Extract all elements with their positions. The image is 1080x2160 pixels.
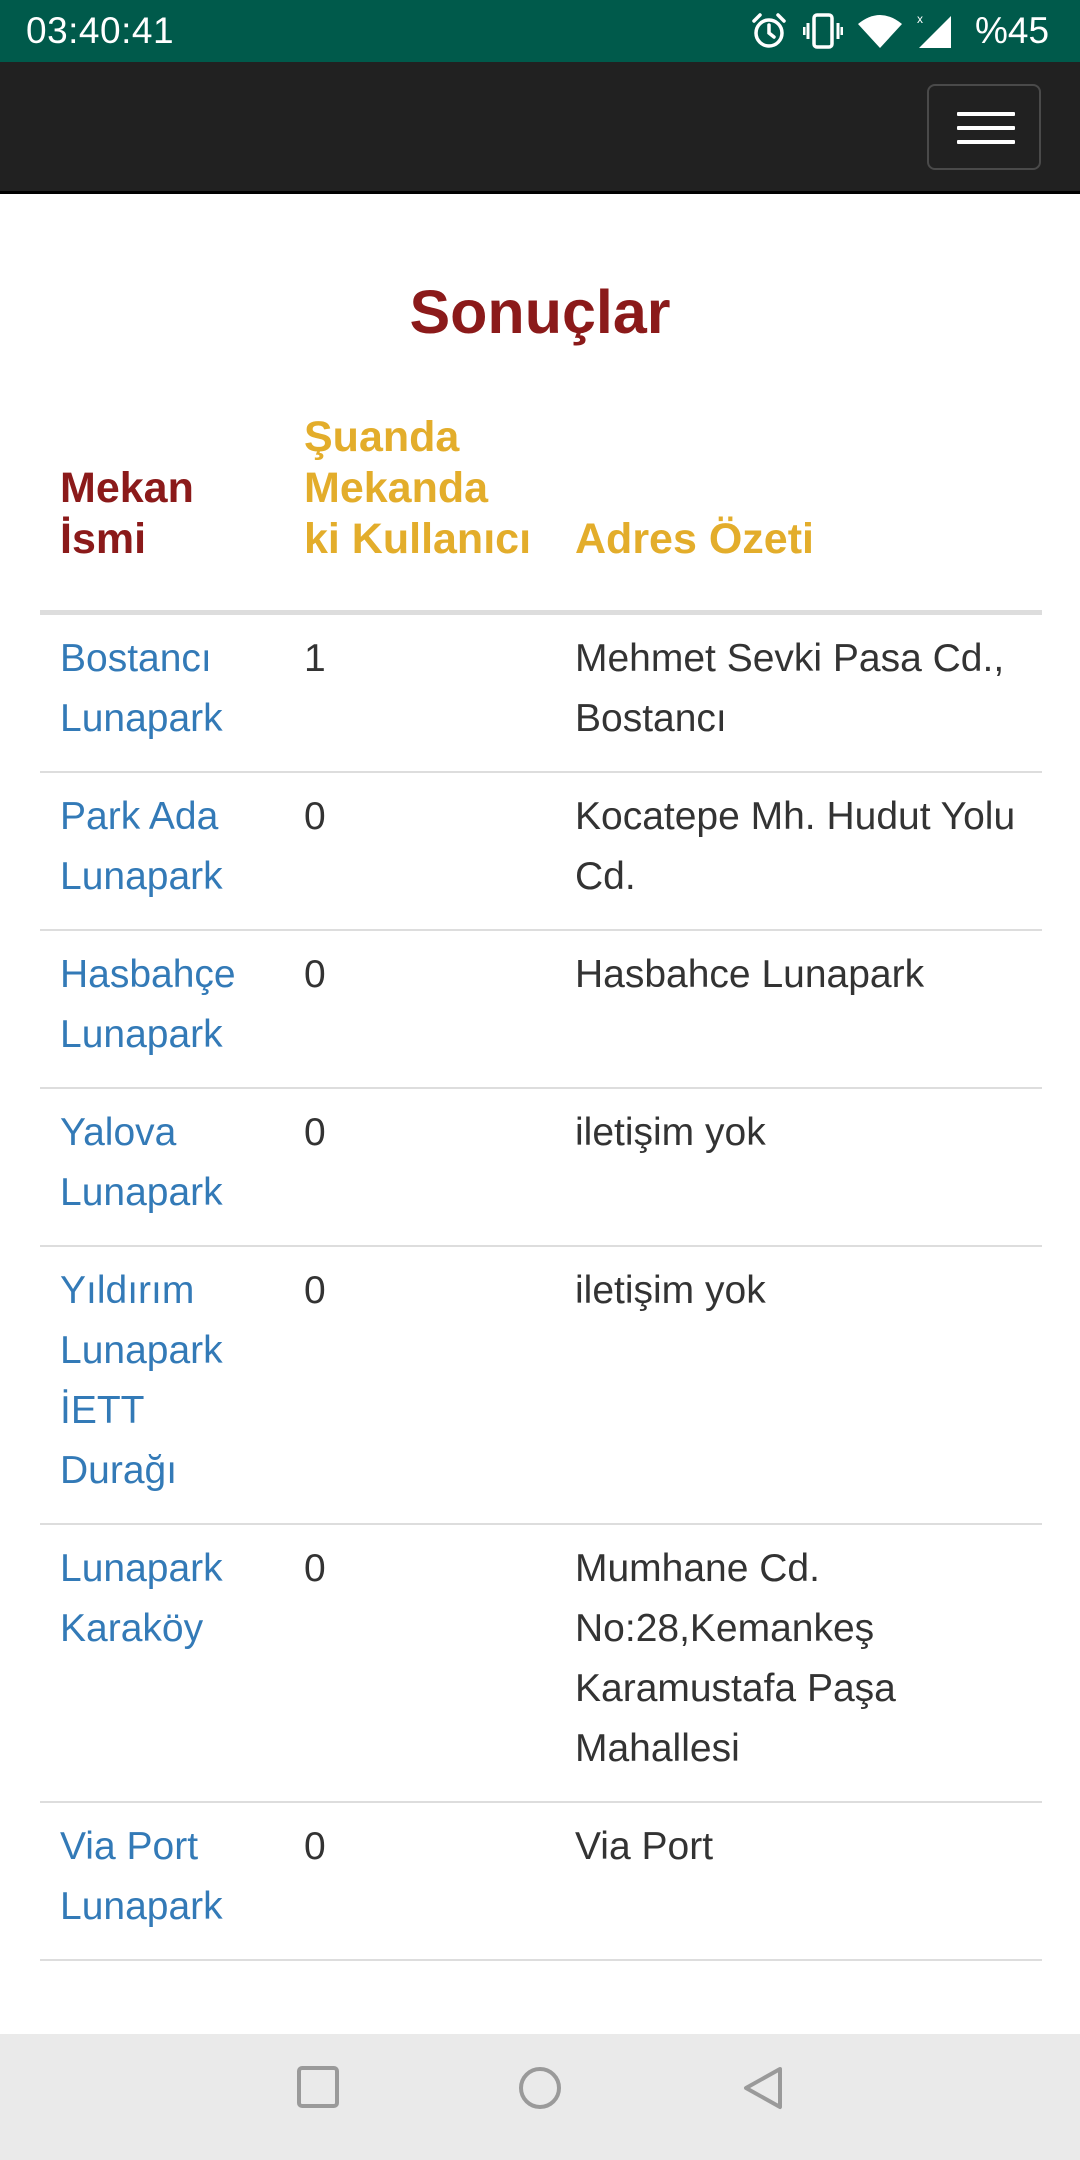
vibrate-icon (802, 12, 844, 59)
user-count-cell: 0 (284, 930, 555, 1089)
address-cell: iletişim yok (555, 1246, 1042, 1525)
address-cell: Via Port (555, 1802, 1042, 1961)
user-count-cell: 0 (284, 772, 555, 931)
table-row: Lunapark Karaköy 0 Mumhane Cd. No:28,Kem… (40, 1524, 1042, 1803)
hamburger-menu-icon-bar (957, 126, 1015, 130)
recents-square-icon[interactable] (295, 2064, 341, 2115)
venue-name-cell: Bostancı Lunapark (40, 612, 284, 773)
wifi-icon (856, 12, 904, 59)
header-address-summary: Adres Özeti (555, 412, 1042, 615)
top-navbar (0, 62, 1080, 194)
home-circle-icon[interactable] (516, 2064, 564, 2117)
venue-name-cell: Park Ada Lunapark (40, 772, 284, 931)
header-venue-name: Mekan İsmi (40, 412, 284, 615)
hamburger-menu-button[interactable] (927, 84, 1041, 170)
user-count-cell: 1 (284, 612, 555, 773)
table-row: Park Ada Lunapark 0 Kocatepe Mh. Hudut Y… (40, 772, 1042, 931)
address-cell: iletişim yok (555, 1088, 1042, 1247)
venue-name-cell: Yalova Lunapark (40, 1088, 284, 1247)
venue-name-cell: Via Port Lunapark (40, 1802, 284, 1961)
table-row: Yıldırım Lunapark İETT Durağı 0 iletişim… (40, 1246, 1042, 1525)
venue-link[interactable]: Yalova Lunapark (60, 1111, 223, 1214)
address-cell: Kocatepe Mh. Hudut Yolu Cd. (555, 772, 1042, 931)
alarm-icon (750, 12, 788, 59)
user-count-cell: 0 (284, 1524, 555, 1803)
results-table: Mekan İsmi Şuanda Mekanda ki Kullanıcı A… (40, 412, 1042, 1961)
back-triangle-icon[interactable] (740, 2064, 786, 2117)
hamburger-menu-icon-bar (957, 140, 1015, 144)
venue-link[interactable]: Via Port Lunapark (60, 1825, 223, 1928)
venue-name-cell: Lunapark Karaköy (40, 1524, 284, 1803)
table-row: Via Port Lunapark 0 Via Port (40, 1802, 1042, 1961)
venue-link[interactable]: Bostancı Lunapark (60, 637, 223, 740)
venue-name-cell: Yıldırım Lunapark İETT Durağı (40, 1246, 284, 1525)
main-content: Sonuçlar Mekan İsmi Şuanda Mekanda ki Ku… (0, 194, 1080, 2034)
page-title: Sonuçlar (409, 278, 671, 346)
status-time: 03:40:41 (26, 10, 175, 51)
venue-link[interactable]: Lunapark Karaköy (60, 1547, 223, 1650)
svg-text:x: x (917, 12, 923, 26)
header-current-users: Şuanda Mekanda ki Kullanıcı (284, 412, 555, 615)
venue-name-cell: Hasbahçe Lunapark (40, 930, 284, 1089)
signal-icon: x (915, 12, 953, 59)
venue-link[interactable]: Yıldırım Lunapark İETT Durağı (60, 1269, 223, 1492)
venue-link[interactable]: Park Ada Lunapark (60, 795, 223, 898)
table-row: Bostancı Lunapark 1 Mehmet Sevki Pasa Cd… (40, 612, 1042, 773)
user-count-cell: 0 (284, 1802, 555, 1961)
table-row: Hasbahçe Lunapark 0 Hasbahce Lunapark (40, 930, 1042, 1089)
status-bar: 03:40:41 x %45 (0, 0, 1080, 62)
address-cell: Mumhane Cd. No:28,Kemankeş Karamustafa P… (555, 1524, 1042, 1803)
venue-link[interactable]: Hasbahçe Lunapark (60, 953, 236, 1056)
user-count-cell: 0 (284, 1088, 555, 1247)
system-navigation-bar (0, 2034, 1080, 2160)
user-count-cell: 0 (284, 1246, 555, 1525)
address-cell: Hasbahce Lunapark (555, 930, 1042, 1089)
table-header-row: Mekan İsmi Şuanda Mekanda ki Kullanıcı A… (40, 412, 1042, 615)
table-row: Yalova Lunapark 0 iletişim yok (40, 1088, 1042, 1247)
battery-percentage: %45 (975, 10, 1050, 51)
address-cell: Mehmet Sevki Pasa Cd., Bostancı (555, 612, 1042, 773)
hamburger-menu-icon (957, 112, 1015, 116)
